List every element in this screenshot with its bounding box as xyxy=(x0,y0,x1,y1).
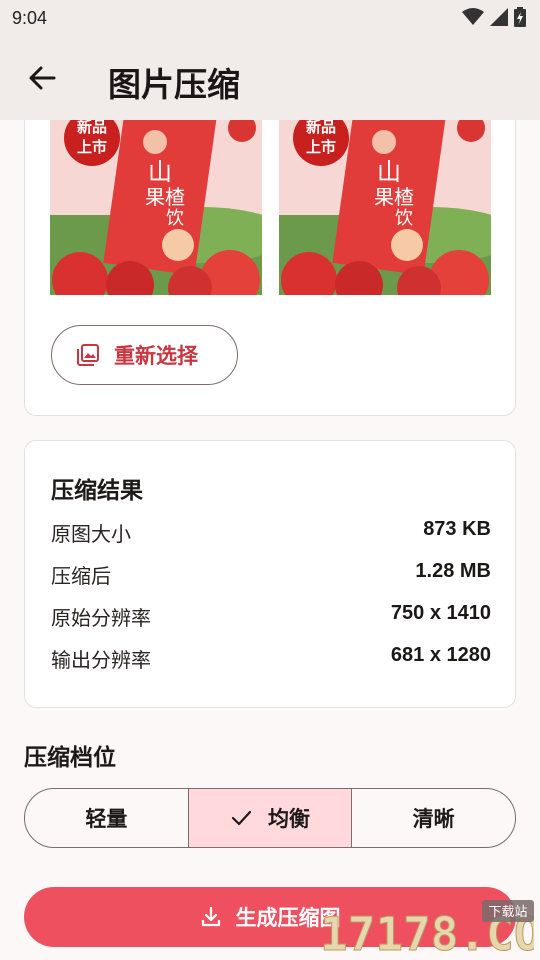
poster-text-1: 山 xyxy=(148,158,172,186)
status-icons xyxy=(462,7,526,27)
poster-image: 新品 上市 山 果楂 饮 xyxy=(279,120,491,295)
result-row: 输出分辨率 681 x 1280 xyxy=(51,644,491,674)
result-row: 原始分辨率 750 x 1410 xyxy=(51,602,491,632)
page-title: 图片压缩 xyxy=(108,65,240,104)
poster-text-3: 饮 xyxy=(166,208,184,229)
battery-icon xyxy=(514,7,526,27)
row-label: 原始分辨率 xyxy=(51,606,151,630)
reselect-button[interactable]: 重新选择 xyxy=(51,325,238,385)
badge-text-1: 新品 xyxy=(306,120,336,136)
level-option-clear[interactable]: 清晰 xyxy=(351,789,515,847)
download-icon xyxy=(201,906,220,927)
result-row: 原图大小 873 KB xyxy=(51,518,491,548)
status-bar: 9:04 xyxy=(0,0,540,38)
level-option-label: 均衡 xyxy=(268,807,310,831)
row-label: 压缩后 xyxy=(51,564,111,588)
poster-image: 新品 上市 山 果楂 饮 xyxy=(50,120,262,295)
row-value: 1.28 MB xyxy=(415,560,491,582)
row-label: 原图大小 xyxy=(51,522,131,546)
result-row: 压缩后 1.28 MB xyxy=(51,560,491,590)
poster-text-2: 果楂 xyxy=(374,185,414,209)
reselect-label: 重新选择 xyxy=(114,344,198,368)
badge-text-2: 上市 xyxy=(306,138,336,156)
signal-icon xyxy=(490,8,508,26)
site-watermark: 17178.COM 下载站 xyxy=(320,900,534,956)
check-icon xyxy=(230,807,252,829)
compression-level-selector: 轻量 均衡 清晰 xyxy=(24,788,516,848)
level-option-label: 轻量 xyxy=(85,807,128,831)
wifi-icon xyxy=(462,8,484,25)
poster-text-3: 饮 xyxy=(395,208,413,229)
poster-text-2: 果楂 xyxy=(145,185,185,209)
back-button[interactable] xyxy=(22,58,62,98)
image-icon xyxy=(77,344,99,366)
row-value: 750 x 1410 xyxy=(390,602,491,624)
row-value: 681 x 1280 xyxy=(390,644,491,666)
level-option-label: 清晰 xyxy=(412,807,455,831)
status-time: 9:04 xyxy=(12,8,48,28)
badge-text-1: 新品 xyxy=(77,120,107,136)
level-option-light[interactable]: 轻量 xyxy=(25,789,188,847)
compression-result-card: 压缩结果 原图大小 873 KB 压缩后 1.28 MB 原始分辨率 750 x… xyxy=(24,440,516,708)
row-label: 输出分辨率 xyxy=(51,648,151,672)
original-image-thumbnail[interactable]: 新品 上市 山 果楂 饮 xyxy=(50,120,262,319)
row-value: 873 KB xyxy=(423,518,491,540)
compressed-image-thumbnail[interactable]: 新品 上市 山 果楂 饮 xyxy=(279,120,491,319)
image-preview-card: 新品 上市 山 果楂 饮 新品 上市 山 果楂 饮 重新选择 xyxy=(24,120,516,416)
watermark-tag: 下载站 xyxy=(488,905,527,920)
result-title: 压缩结果 xyxy=(51,478,143,504)
compression-level-title: 压缩档位 xyxy=(24,745,116,771)
app-bar: 图片压缩 xyxy=(0,38,540,120)
poster-text-1: 山 xyxy=(377,158,401,186)
level-option-balanced[interactable]: 均衡 xyxy=(187,789,352,847)
arrow-left-icon xyxy=(29,66,56,90)
badge-text-2: 上市 xyxy=(77,138,107,156)
